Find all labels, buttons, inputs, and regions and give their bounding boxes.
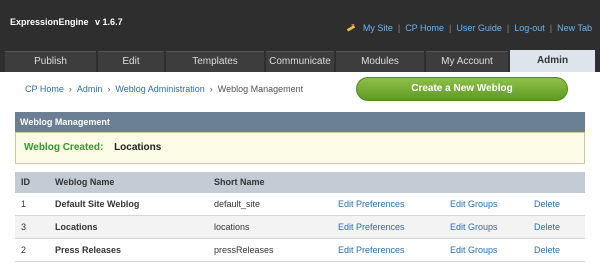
breadcrumb-arrow-icon: › xyxy=(107,84,111,94)
panel-title: Weblog Management xyxy=(15,112,585,132)
tab-my-account[interactable]: My Account xyxy=(426,51,508,72)
edit-preferences-link[interactable]: Edit Preferences xyxy=(338,216,405,239)
user-guide-link[interactable]: User Guide xyxy=(456,23,502,33)
row-short-name: default_site xyxy=(214,199,261,209)
tab-templates[interactable]: Templates xyxy=(166,51,264,72)
tab-publish[interactable]: Publish xyxy=(5,51,96,72)
main-tabs: Publish Edit Templates Communicate Modul… xyxy=(0,47,600,72)
table-row: 2 Press Releases pressReleases Edit Pref… xyxy=(15,239,585,262)
breadcrumb-arrow-icon: › xyxy=(68,84,72,94)
delete-link[interactable]: Delete xyxy=(534,216,560,239)
table-header: ID Weblog Name Short Name xyxy=(15,172,585,193)
pencil-icon xyxy=(346,23,355,32)
breadcrumb-weblog-admin[interactable]: Weblog Administration xyxy=(115,84,204,94)
breadcrumb-arrow-icon: › xyxy=(209,84,213,94)
separator: | xyxy=(549,23,553,33)
create-weblog-button[interactable]: Create a New Weblog xyxy=(356,77,568,101)
separator: | xyxy=(397,23,401,33)
edit-groups-link[interactable]: Edit Groups xyxy=(450,239,498,262)
separator: | xyxy=(506,23,510,33)
edit-groups-link[interactable]: Edit Groups xyxy=(450,216,498,239)
row-weblog-name: Locations xyxy=(55,222,98,232)
edit-preferences-link[interactable]: Edit Preferences xyxy=(338,193,405,216)
cp-home-link[interactable]: CP Home xyxy=(405,23,444,33)
breadcrumb-current: Weblog Management xyxy=(217,84,304,94)
brand-version: v 1.6.7 xyxy=(95,17,123,27)
success-notice: Weblog Created: Locations xyxy=(15,132,585,164)
breadcrumb: CP Home › Admin › Weblog Administration … xyxy=(25,84,303,94)
tab-admin[interactable]: Admin xyxy=(510,50,595,72)
row-id: 1 xyxy=(21,199,27,209)
row-short-name: locations xyxy=(214,222,250,232)
delete-link[interactable]: Delete xyxy=(534,193,560,216)
my-site-link[interactable]: My Site xyxy=(363,23,393,33)
table-row: 3 Locations locations Edit Preferences E… xyxy=(15,216,585,239)
breadcrumb-admin[interactable]: Admin xyxy=(77,84,103,94)
edit-groups-link[interactable]: Edit Groups xyxy=(450,193,498,216)
weblog-table: ID Weblog Name Short Name 1 Default Site… xyxy=(15,172,585,262)
col-id: ID xyxy=(21,177,30,187)
new-tab-link[interactable]: New Tab xyxy=(557,23,592,33)
row-weblog-name: Default Site Weblog xyxy=(55,199,140,209)
notice-label: Weblog Created: xyxy=(24,142,104,153)
breadcrumb-cp-home[interactable]: CP Home xyxy=(25,84,64,94)
tab-modules[interactable]: Modules xyxy=(336,51,424,72)
separator: | xyxy=(449,23,452,33)
logout-link[interactable]: Log-out xyxy=(514,23,545,33)
row-id: 3 xyxy=(21,222,27,232)
col-short-name: Short Name xyxy=(214,177,265,187)
notice-value: Locations xyxy=(114,142,162,153)
edit-preferences-link[interactable]: Edit Preferences xyxy=(338,239,405,262)
brand-name: ExpressionEngine xyxy=(10,17,89,27)
table-row: 1 Default Site Weblog default_site Edit … xyxy=(15,193,585,216)
top-header: ExpressionEngine v 1.6.7 My Site | CP Ho… xyxy=(0,0,600,47)
brand: ExpressionEngine v 1.6.7 xyxy=(10,17,123,27)
tab-communicate[interactable]: Communicate xyxy=(266,51,334,72)
top-links: My Site | CP Home | User Guide | Log-out… xyxy=(346,23,592,33)
delete-link[interactable]: Delete xyxy=(534,239,560,262)
tab-edit[interactable]: Edit xyxy=(98,51,164,72)
col-weblog-name: Weblog Name xyxy=(55,177,115,187)
row-id: 2 xyxy=(21,245,27,255)
row-weblog-name: Press Releases xyxy=(55,245,122,255)
row-short-name: pressReleases xyxy=(214,245,274,255)
